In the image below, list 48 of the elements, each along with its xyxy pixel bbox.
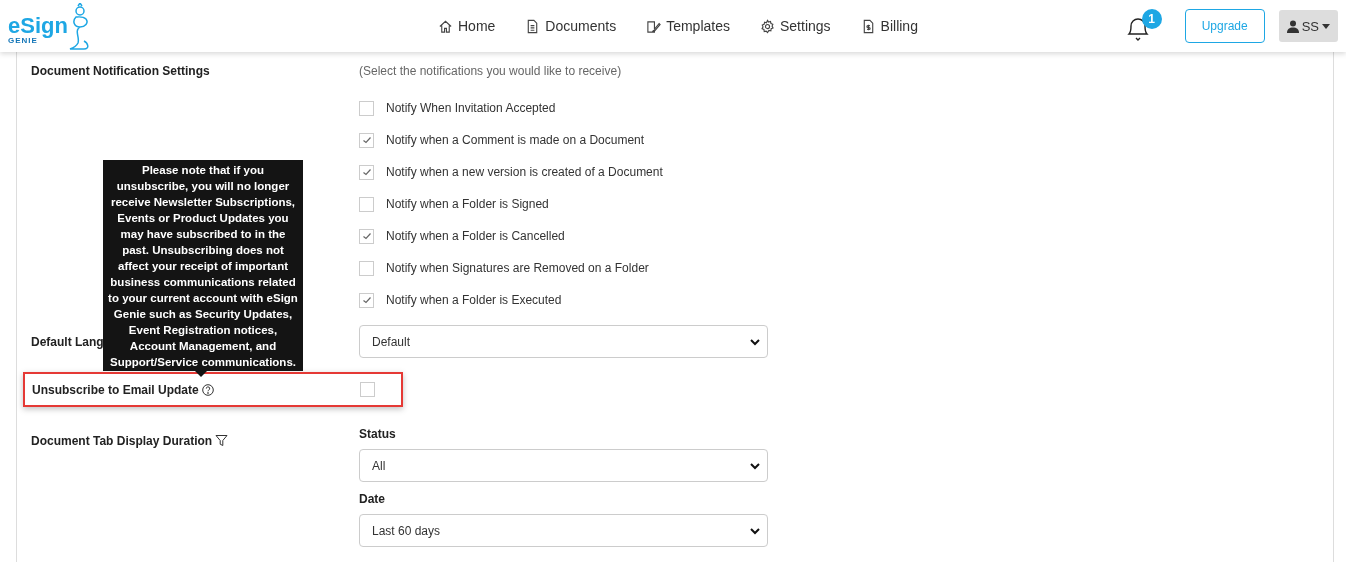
setting-label: Default Lang (31, 335, 104, 349)
checkbox-label: Notify when a new version is created of a Document (386, 165, 663, 179)
setting-label: Document Tab Display Duration (31, 434, 213, 448)
user-icon (1286, 19, 1299, 33)
help-icon[interactable] (201, 383, 214, 396)
field-label: Date (359, 492, 386, 506)
filter-select[interactable]: Last 60 days (359, 514, 768, 547)
nav-link[interactable]: Home (438, 18, 496, 34)
setting-label: Document Notification Settings (31, 64, 210, 78)
language-select[interactable]: Default (359, 325, 768, 358)
setting-label: Unsubscribe to Email Update (32, 382, 199, 397)
nav-link[interactable]: Documents (525, 18, 617, 34)
filter-icon (215, 434, 229, 447)
tooltip-arrow (195, 370, 207, 377)
checkbox-label: Notify when a Folder is Signed (386, 197, 549, 211)
notification-badge: 1 (1141, 9, 1162, 29)
checkbox[interactable] (359, 100, 374, 116)
checkbox-label: Notify When Invitation Accepted (386, 101, 556, 115)
checkbox[interactable] (359, 292, 374, 308)
checkbox[interactable] (360, 382, 375, 397)
checkbox[interactable] (359, 132, 374, 148)
checkbox-label: Notify when a Folder is Executed (386, 293, 562, 307)
caret-icon (1322, 23, 1330, 29)
bell-icon[interactable] (1124, 15, 1151, 43)
checkbox[interactable] (359, 164, 374, 180)
tooltip: Please note that if you unsubscribe, you will no longer receive Newsletter Subscriptions, Events or Product Updates you may have subscribed to in the past. Unsubscribing does not affect your receipt of important business communications related to your current account with eSign Genie such as Security Updates, Event Registration notices, Account Management, and Support/Service communications. (103, 159, 303, 371)
check-icon (361, 135, 372, 145)
checkbox[interactable] (359, 260, 374, 276)
nav-link[interactable]: Billing (860, 18, 918, 34)
filter-select[interactable]: All (359, 449, 768, 482)
check-icon (361, 295, 372, 305)
nav-link[interactable]: Templates (646, 18, 730, 34)
checkbox[interactable] (359, 228, 374, 244)
logo-subtitle: GENIE (8, 37, 38, 45)
hint-text: (Select the notifications you would like to receive) (359, 64, 623, 78)
checkbox-label: Notify when Signatures are Removed on a Folder (386, 261, 649, 275)
nav-link[interactable]: Settings (760, 18, 831, 34)
checkbox-label: Notify when a Comment is made on a Document (386, 133, 645, 147)
field-label: Status (359, 427, 397, 441)
check-icon (361, 231, 372, 241)
settings-icon (760, 18, 775, 34)
home-icon (438, 18, 453, 34)
checkbox[interactable] (359, 196, 374, 212)
pencil-page-icon (646, 18, 662, 34)
logo-wordmark: eSign (8, 15, 68, 37)
user-menu-button[interactable]: SS (1278, 10, 1338, 42)
checkbox-label: Notify when a Folder is Cancelled (386, 229, 565, 243)
check-icon (361, 167, 372, 177)
